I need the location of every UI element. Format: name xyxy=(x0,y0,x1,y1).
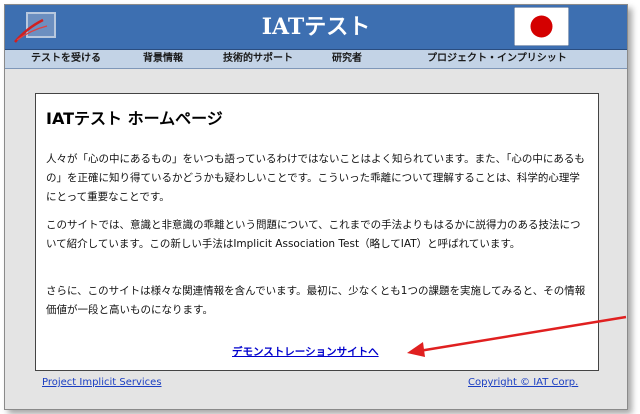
copyright-link[interactable]: Copyright © IAT Corp. xyxy=(468,377,578,388)
nav-item-researchers[interactable]: 研究者 xyxy=(332,50,362,68)
project-implicit-services-link[interactable]: Project Implicit Services xyxy=(42,377,162,388)
intro-paragraph: 人々が「心の中にあるもの」をいつも語っているわけではないことはよく知られています… xyxy=(46,153,585,203)
nav-item-background[interactable]: 背景情報 xyxy=(143,50,183,68)
demo-site-link[interactable]: デモンストレーションサイトへ xyxy=(232,344,379,359)
nav-item-project-implicit[interactable]: プロジェクト・インプリシット xyxy=(427,50,567,68)
browser-page: IATテスト テストを受ける 背景情報 技術的サポート 研究者 プロジェクト・イ… xyxy=(4,4,628,410)
nav-item-tech-support[interactable]: 技術的サポート xyxy=(223,50,293,68)
japan-flag-icon xyxy=(514,7,569,46)
page-title: IATテスト ホームページ xyxy=(46,109,223,128)
nav-item-take-test[interactable]: テストを受ける xyxy=(31,50,101,68)
annotation-arrow-icon xyxy=(407,315,627,357)
site-header: IATテスト xyxy=(5,5,627,50)
main-nav: テストを受ける 背景情報 技術的サポート 研究者 プロジェクト・インプリシット xyxy=(5,50,627,69)
iat-paragraph: このサイトでは、意識と非意識の乖離という問題について、これまでの手法よりもはるか… xyxy=(46,219,581,250)
